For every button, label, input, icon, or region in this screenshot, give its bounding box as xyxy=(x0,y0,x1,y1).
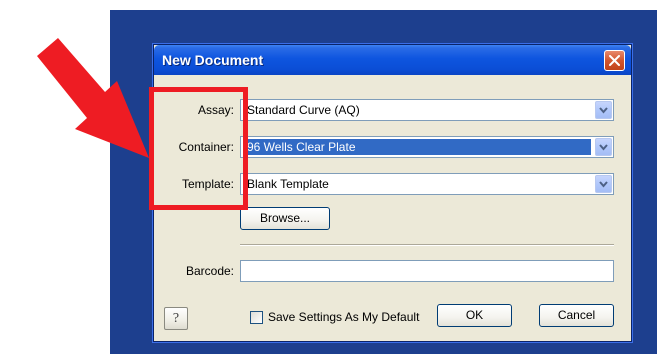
barcode-input[interactable] xyxy=(240,260,614,282)
chevron-down-icon xyxy=(599,181,608,188)
save-default-label[interactable]: Save Settings As My Default xyxy=(268,310,419,324)
close-button[interactable] xyxy=(604,50,625,71)
ok-button[interactable]: OK xyxy=(437,304,512,327)
container-select[interactable]: 96 Wells Clear Plate xyxy=(240,136,614,158)
assay-dropdown-button[interactable] xyxy=(595,101,612,119)
assay-select[interactable]: Standard Curve (AQ) xyxy=(240,99,614,121)
separator xyxy=(240,244,614,246)
screenshot-stage: New Document Assay: Standard Curve (AQ) … xyxy=(0,0,657,354)
template-label: Template: xyxy=(181,177,234,191)
help-icon: ? xyxy=(172,311,180,326)
dialog-titlebar[interactable]: New Document xyxy=(154,45,631,75)
dialog-title: New Document xyxy=(162,52,264,68)
container-label: Container: xyxy=(178,140,234,154)
container-select-value: 96 Wells Clear Plate xyxy=(243,139,591,155)
help-button[interactable]: ? xyxy=(164,307,188,330)
new-document-dialog: New Document Assay: Standard Curve (AQ) … xyxy=(153,44,632,342)
assay-label: Assay: xyxy=(197,103,234,117)
cancel-button[interactable]: Cancel xyxy=(539,304,614,327)
chevron-down-icon xyxy=(599,144,608,151)
chevron-down-icon xyxy=(599,107,608,114)
template-select[interactable]: Blank Template xyxy=(240,173,614,195)
barcode-label: Barcode: xyxy=(185,264,234,278)
save-default-checkbox[interactable] xyxy=(250,311,263,324)
template-dropdown-button[interactable] xyxy=(595,175,612,193)
template-select-value: Blank Template xyxy=(247,177,329,191)
browse-button[interactable]: Browse... xyxy=(240,207,330,230)
container-dropdown-button[interactable] xyxy=(595,138,612,156)
close-icon xyxy=(609,55,620,66)
assay-select-value: Standard Curve (AQ) xyxy=(247,103,360,117)
